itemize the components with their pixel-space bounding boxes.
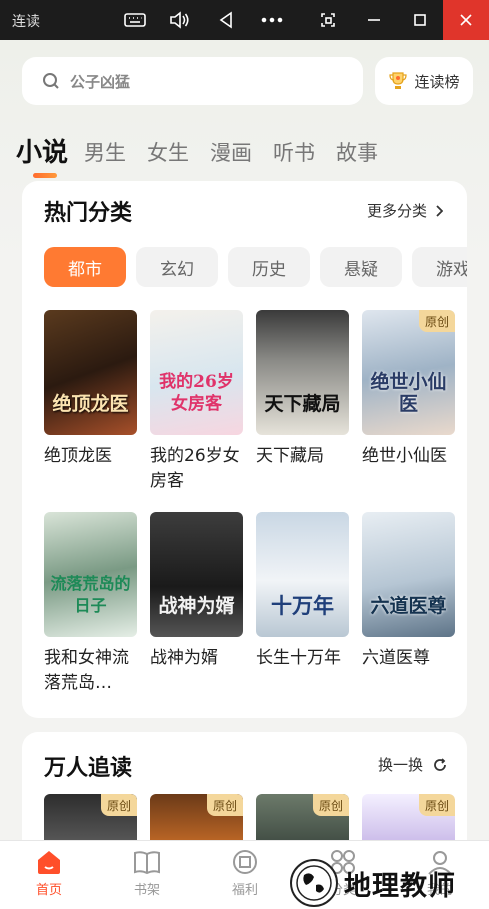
search-input[interactable]: 公子凶猛 xyxy=(22,57,363,105)
refresh-button[interactable]: 换一换 xyxy=(378,754,447,775)
search-placeholder: 公子凶猛 xyxy=(70,72,131,91)
tab-stories[interactable]: 故事 xyxy=(336,138,378,168)
book-title: 绝顶龙医 xyxy=(44,446,112,466)
section-title: 热门分类 xyxy=(44,201,133,226)
cover-title: 十万年 xyxy=(271,593,334,618)
book-title: 绝世小仙医 xyxy=(362,446,447,466)
cover-title: 绝世小仙医 xyxy=(370,371,447,415)
nav-rewards[interactable]: 福利 xyxy=(215,849,275,898)
more-categories-link[interactable]: 更多分类 xyxy=(367,200,443,221)
book-cover: 十万年 xyxy=(256,512,349,637)
book-cover: 绝顶龙医 xyxy=(44,310,137,435)
book-icon xyxy=(134,851,160,875)
cover-title: 战神为婿 xyxy=(158,595,235,617)
book-cover: 六道医尊 xyxy=(362,512,455,637)
book-title: 天下藏局 xyxy=(256,446,324,466)
tab-female[interactable]: 女生 xyxy=(147,138,189,168)
more-icon[interactable] xyxy=(252,0,292,40)
cover-title: 天下藏局 xyxy=(264,393,341,415)
book-cover: 绝世小仙医 原创 xyxy=(362,310,455,435)
back-icon[interactable] xyxy=(206,0,246,40)
book-item[interactable]: 天下藏局 天下藏局 xyxy=(256,310,349,469)
refresh-label: 换一换 xyxy=(377,756,423,774)
tab-male[interactable]: 男生 xyxy=(84,138,126,168)
home-icon xyxy=(38,851,60,874)
active-tab-indicator xyxy=(33,173,57,178)
coin-icon xyxy=(233,850,257,874)
book-item[interactable]: 战神为婿 战神为婿 xyxy=(150,512,243,671)
keyboard-icon[interactable] xyxy=(115,0,155,40)
book-title: 我的26岁女房客 xyxy=(150,446,240,491)
screenshot-icon[interactable] xyxy=(308,0,348,40)
nav-home[interactable]: 首页 xyxy=(19,849,79,898)
globe-icon xyxy=(290,859,338,907)
window-titlebar: 连读 xyxy=(0,0,489,40)
book-title: 战神为婿 xyxy=(150,648,218,668)
cover-title: 我的26岁女房客 xyxy=(159,372,234,414)
more-categories-label: 更多分类 xyxy=(366,202,427,220)
nav-label: 福利 xyxy=(231,883,258,898)
book-cover: 天下藏局 xyxy=(256,310,349,435)
window-title: 连读 xyxy=(12,14,40,30)
tab-comics[interactable]: 漫画 xyxy=(210,138,252,168)
original-badge: 原创 xyxy=(207,794,243,816)
book-item[interactable]: 绝顶龙医 绝顶龙医 xyxy=(44,310,137,469)
book-item[interactable]: 我的26岁女房客 我的26岁女房客 xyxy=(150,310,243,494)
close-icon[interactable] xyxy=(443,0,489,40)
search-icon xyxy=(43,73,59,89)
cover-title: 绝顶龙医 xyxy=(52,393,129,415)
watermark-text: 地理教师 xyxy=(344,870,456,902)
original-badge: 原创 xyxy=(313,794,349,816)
tab-audiobook[interactable]: 听书 xyxy=(273,138,315,168)
book-item[interactable]: 流落荒岛的日子 我和女神流落荒岛… xyxy=(44,512,137,696)
maximize-icon[interactable] xyxy=(400,0,440,40)
cover-title: 流落荒岛的日子 xyxy=(50,574,131,615)
nav-label: 书架 xyxy=(133,883,160,898)
book-title: 我和女神流落荒岛… xyxy=(44,648,129,693)
book-title: 长生十万年 xyxy=(256,648,341,668)
book-title: 六道医尊 xyxy=(362,648,430,668)
original-badge: 原创 xyxy=(419,794,455,816)
book-item[interactable]: 十万年 长生十万年 xyxy=(256,512,349,671)
chip-urban[interactable]: 都市 xyxy=(44,247,126,287)
chevron-right-icon xyxy=(436,204,443,217)
book-cover: 流落荒岛的日子 xyxy=(44,512,137,637)
minimize-icon[interactable] xyxy=(354,0,394,40)
book-cover: 战神为婿 xyxy=(150,512,243,637)
book-item[interactable]: 绝世小仙医 原创 绝世小仙医 xyxy=(362,310,455,469)
chip-mystery[interactable]: 悬疑 xyxy=(320,247,402,287)
top-tabs: 小说 男生 女生 漫画 听书 故事 xyxy=(16,124,399,178)
nav-label: 首页 xyxy=(35,883,62,898)
refresh-icon xyxy=(434,757,446,771)
original-badge: 原创 xyxy=(419,310,455,332)
trophy-icon xyxy=(389,72,408,89)
chip-history[interactable]: 历史 xyxy=(228,247,310,287)
cover-title: 六道医尊 xyxy=(370,595,447,617)
chip-fantasy[interactable]: 玄幻 xyxy=(136,247,218,287)
tab-label: 小说 xyxy=(16,138,69,168)
book-item[interactable]: 六道医尊 六道医尊 xyxy=(362,512,455,671)
watermark: 地理教师 xyxy=(290,858,485,908)
book-cover: 我的26岁女房客 xyxy=(150,310,243,435)
volume-icon[interactable] xyxy=(160,0,200,40)
hot-categories-card: 热门分类 更多分类 都市 玄幻 历史 悬疑 游戏 绝顶龙医 绝顶龙医 我的26岁… xyxy=(22,181,467,718)
nav-bookshelf[interactable]: 书架 xyxy=(117,849,177,898)
rank-list-button[interactable]: 连读榜 xyxy=(375,57,473,105)
original-badge: 原创 xyxy=(101,794,137,816)
chip-game[interactable]: 游戏 xyxy=(412,247,467,287)
section-title: 万人追读 xyxy=(44,756,133,781)
tab-novel[interactable]: 小说 xyxy=(16,138,69,178)
rank-list-label: 连读榜 xyxy=(414,72,460,91)
category-chips: 都市 玄幻 历史 悬疑 游戏 xyxy=(44,247,467,287)
